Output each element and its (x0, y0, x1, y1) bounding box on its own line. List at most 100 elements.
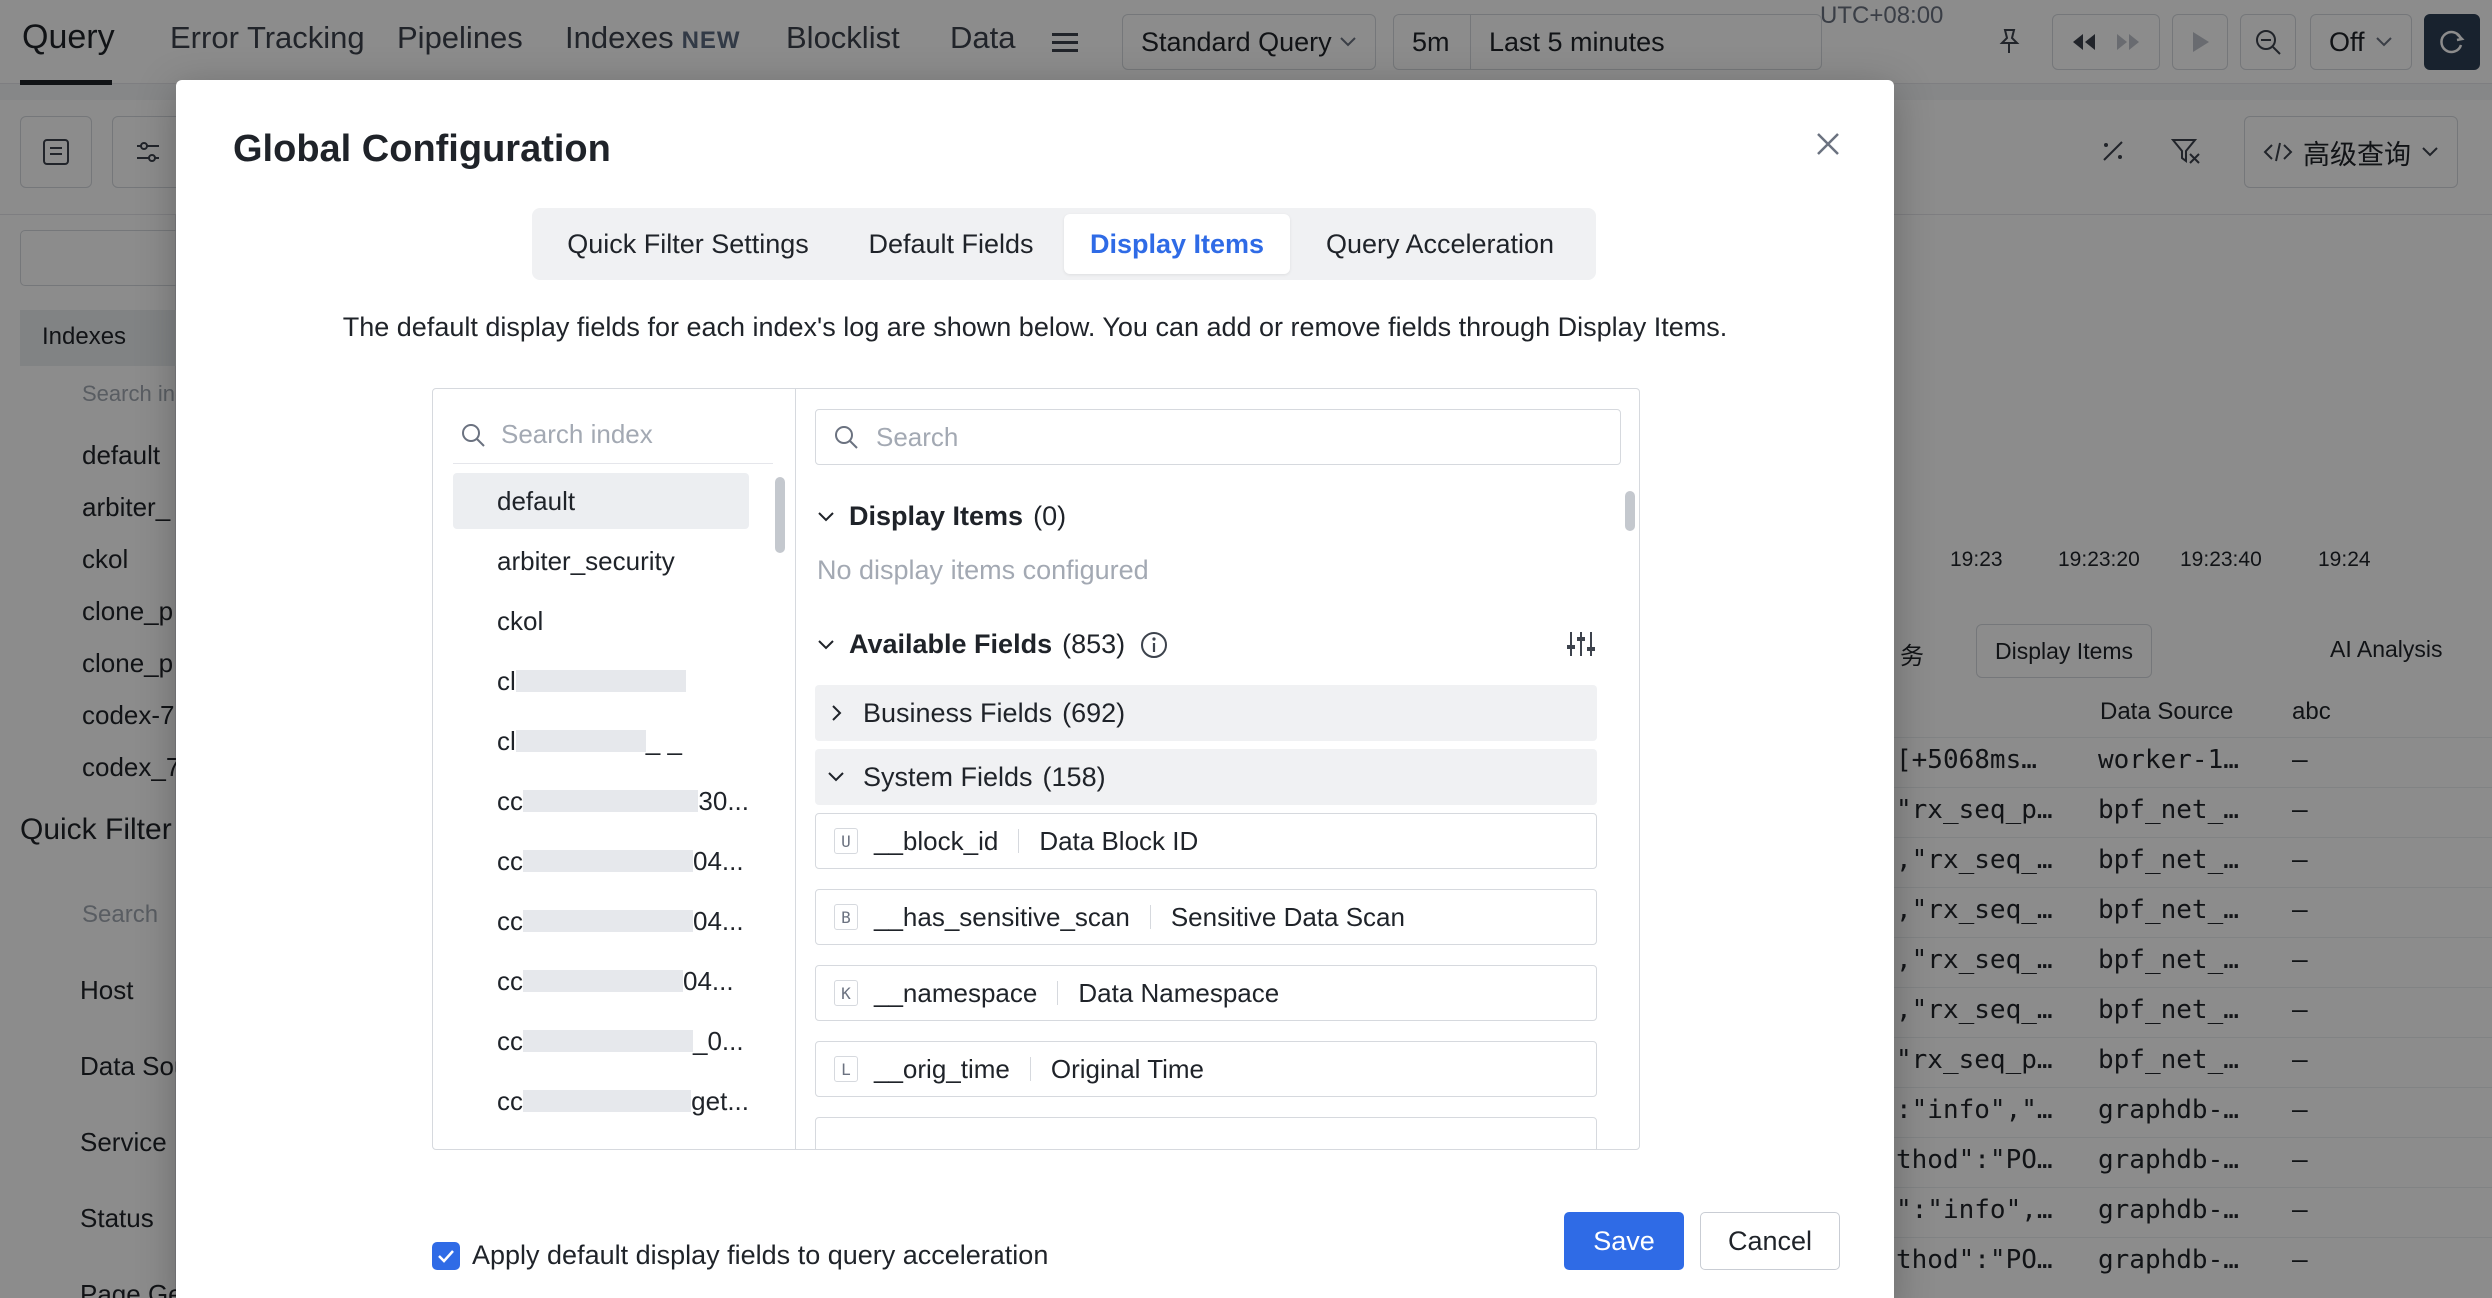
field-description: Data Block ID (1039, 825, 1199, 856)
apply-acceleration-checkbox[interactable] (432, 1241, 460, 1270)
index-list-item[interactable]: cc 30... (453, 773, 749, 829)
index-name-suffix: _ _ (645, 725, 682, 756)
index-name: cc (497, 1025, 523, 1056)
fields-area: Display Items (0) No display items confi… (795, 389, 1641, 1149)
chevron-down-icon (828, 772, 844, 782)
tab-query-acceleration[interactable]: Query Acceleration (1290, 214, 1590, 274)
index-name: cc (497, 785, 523, 816)
index-list-scrollbar[interactable] (775, 477, 785, 553)
redacted-text (523, 970, 683, 992)
redacted-text (523, 910, 693, 932)
index-list-item[interactable]: cc 04... (453, 893, 749, 949)
group-count: (692) (1062, 697, 1126, 728)
available-field-item[interactable]: L __orig_time Original Time (815, 1041, 1597, 1097)
index-name: cc (497, 965, 523, 996)
close-icon[interactable] (1808, 124, 1848, 164)
field-type-badge: B (834, 904, 858, 930)
available-fields-count: (853) (1062, 629, 1126, 659)
info-icon[interactable] (1139, 630, 1169, 660)
available-field-item[interactable] (815, 1117, 1597, 1149)
index-name-suffix: 04... (693, 845, 744, 876)
index-name-suffix: _0... (693, 1025, 744, 1056)
index-search-input[interactable]: Search index (459, 419, 653, 450)
field-description: Original Time (1050, 1053, 1205, 1084)
group-label: Business Fields (863, 697, 1053, 728)
config-tabs: Quick Filter Settings Default Fields Dis… (532, 208, 1596, 280)
field-description: Sensitive Data Scan (1170, 901, 1405, 932)
index-list-item[interactable]: cc 04... (453, 833, 749, 889)
index-list-item[interactable]: ckol (453, 593, 749, 649)
system-fields-group[interactable]: System Fields (158) (815, 749, 1597, 805)
redacted-text (523, 1090, 692, 1112)
index-list-item[interactable]: cc get... (453, 1073, 749, 1129)
index-list-item[interactable]: cl (453, 653, 749, 709)
index-name: arbiter_security (497, 545, 675, 576)
field-type-badge: U (834, 828, 858, 854)
index-name: cc (497, 1085, 523, 1116)
index-list-item[interactable]: cc _0... (453, 1013, 749, 1069)
chevron-down-icon (818, 511, 834, 521)
chevron-right-icon (832, 705, 842, 721)
search-divider (453, 463, 773, 464)
field-type-badge: L (834, 1056, 858, 1082)
available-field-item[interactable]: K __namespace Data Namespace (815, 965, 1597, 1021)
redacted-text (523, 790, 699, 812)
field-type-badge: K (834, 980, 858, 1006)
group-label: System Fields (863, 761, 1033, 792)
apply-acceleration-option[interactable]: Apply default display fields to query ac… (432, 1240, 1048, 1271)
chevron-down-icon (818, 639, 834, 649)
dialog-title: Global Configuration (233, 128, 611, 170)
field-separator (1149, 905, 1151, 929)
index-name: default (497, 485, 576, 516)
save-button[interactable]: Save (1564, 1212, 1684, 1270)
index-list-item[interactable]: cl _ _ (453, 713, 749, 769)
index-name: cc (497, 845, 523, 876)
display-items-panel: Search index default arbiter_securityckol… (432, 388, 1640, 1150)
tab-display-items[interactable]: Display Items (1064, 214, 1290, 274)
display-items-label: Display Items (849, 501, 1024, 531)
search-icon (462, 423, 485, 447)
index-name-suffix: 04... (693, 905, 744, 936)
index-name: cc (497, 905, 523, 936)
available-fields-section[interactable]: Available Fields (853) (817, 629, 1169, 660)
tab-quick-filter-settings[interactable]: Quick Filter Settings (538, 214, 838, 274)
field-separator (1029, 1057, 1031, 1081)
index-name: cl (497, 725, 516, 756)
field-description: Data Namespace (1078, 977, 1280, 1008)
index-name-suffix: 30... (698, 785, 749, 816)
field-settings-icon[interactable] (1565, 629, 1597, 664)
field-name: __has_sensitive_scan (874, 901, 1130, 932)
index-name-suffix: get... (691, 1085, 749, 1116)
fields-scrollbar[interactable] (1625, 491, 1635, 531)
redacted-text (515, 730, 646, 752)
field-separator (1018, 829, 1020, 853)
tab-default-fields[interactable]: Default Fields (838, 214, 1064, 274)
available-fields-label: Available Fields (849, 629, 1053, 659)
tab-description: The default display fields for each inde… (342, 312, 1728, 342)
index-list-item[interactable]: arbiter_security (453, 533, 749, 589)
index-search-placeholder: Search index (501, 419, 653, 449)
field-name: __namespace (874, 977, 1038, 1008)
display-items-section[interactable]: Display Items (0) (817, 501, 1066, 532)
cancel-button[interactable]: Cancel (1700, 1212, 1840, 1270)
empty-display-items-text: No display items configured (817, 555, 1149, 585)
field-name: __block_id (874, 825, 999, 856)
apply-acceleration-label: Apply default display fields to query ac… (472, 1240, 1049, 1270)
field-name: __orig_time (874, 1053, 1010, 1084)
redacted-text (523, 1030, 693, 1052)
global-configuration-dialog: Global Configuration Quick Filter Settin… (176, 80, 1894, 1298)
group-count: (158) (1042, 761, 1106, 792)
available-field-item[interactable]: U __block_id Data Block ID (815, 813, 1597, 869)
index-list-item[interactable]: cc 04... (453, 953, 749, 1009)
index-name: cl (497, 665, 516, 696)
check-icon (438, 1249, 454, 1263)
redacted-text (515, 670, 686, 692)
redacted-text (523, 850, 693, 872)
business-fields-group[interactable]: Business Fields (692) (815, 685, 1597, 741)
index-list-item[interactable]: default (453, 473, 749, 529)
available-field-item[interactable]: B __has_sensitive_scan Sensitive Data Scan (815, 889, 1597, 945)
display-items-count: (0) (1033, 501, 1067, 531)
field-separator (1057, 981, 1059, 1005)
index-name-suffix: 04... (683, 965, 734, 996)
index-name: ckol (497, 605, 544, 636)
